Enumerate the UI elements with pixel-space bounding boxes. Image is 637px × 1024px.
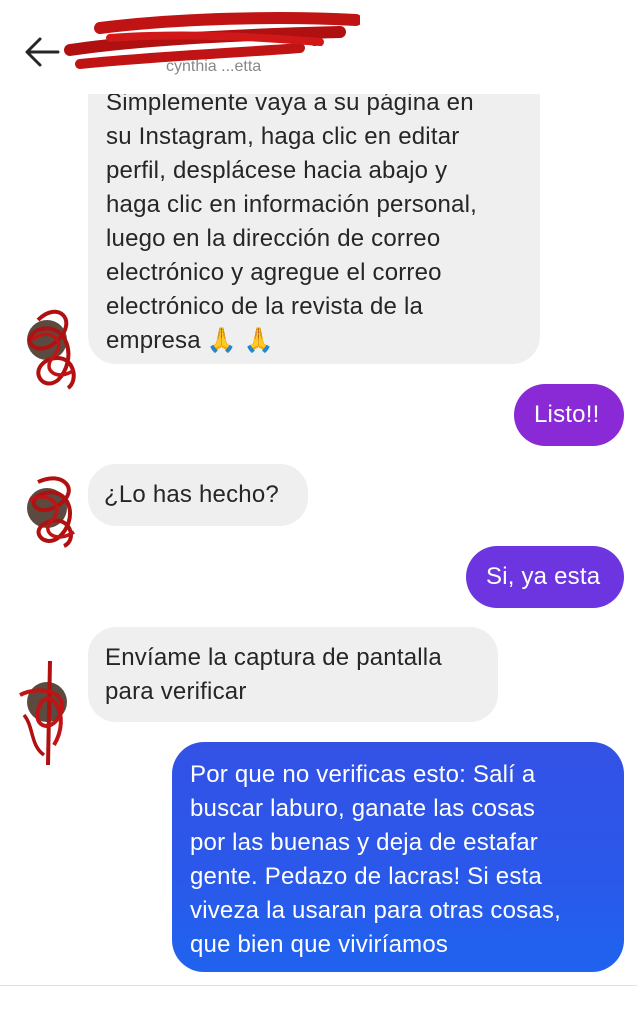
name-redaction-scribble (64, 12, 360, 69)
message-line: su Instagram, haga clic en editar (106, 123, 460, 150)
incoming-message-bubble[interactable]: ¿Lo has hecho? (88, 464, 308, 526)
message-line: luego en la dirección de correo (106, 225, 441, 252)
message-line: Por que no verificas esto: Salí a (190, 761, 536, 788)
message-line: empresa 🙏 🙏 (106, 324, 522, 358)
message-input-bar[interactable] (0, 985, 637, 1024)
avatar-redaction-scribble (19, 660, 64, 766)
message-line: que bien que viviríamos (190, 931, 449, 958)
avatar-redaction-scribble (27, 309, 76, 390)
message-line: para verificar (105, 678, 247, 705)
chat-header: a cynthia ...etta (0, 0, 637, 94)
incoming-message-bubble[interactable]: Simplemente vaya a su página en su Insta… (88, 58, 540, 364)
message-line: electrónico de la revista de la (106, 293, 424, 320)
message-text: empresa (106, 327, 201, 354)
message-thread[interactable]: Simplemente vaya a su página en su Insta… (0, 0, 637, 985)
message-line: viveza la usaran para otras cosas, (190, 897, 561, 924)
message-line: gente. Pedazo de lacras! Si esta (190, 863, 542, 890)
message-line: Envíame la captura de pantalla (105, 644, 442, 671)
praying-hands-emoji: 🙏 🙏 (206, 327, 274, 354)
incoming-message-bubble[interactable]: Envíame la captura de pantalla para veri… (88, 627, 498, 722)
outgoing-message-bubble[interactable]: Por que no verificas esto: Salí a buscar… (172, 742, 624, 972)
message-line: buscar laburo, ganate las cosas (190, 795, 536, 822)
message-line: electrónico y agregue el correo (106, 259, 442, 286)
outgoing-message-bubble[interactable]: Listo!! (514, 384, 624, 446)
outgoing-message-bubble[interactable]: Si, ya esta (466, 546, 624, 608)
avatar-redaction-scribble (29, 476, 75, 548)
message-line: perfil, desplácese hacia abajo y (106, 157, 448, 184)
message-line: haga clic en información personal, (106, 191, 478, 218)
message-line: por las buenas y deja de estafar (190, 829, 538, 856)
